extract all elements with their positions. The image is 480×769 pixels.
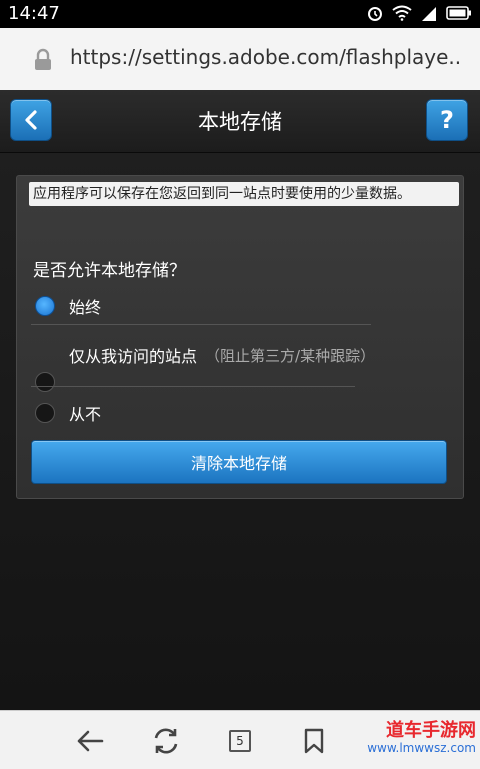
wifi-icon [392, 5, 412, 21]
option-never[interactable]: 从不 [35, 401, 101, 425]
bookmark-icon [304, 728, 324, 754]
option-always[interactable]: 始终 [35, 294, 101, 318]
url-bar[interactable]: https://settings.adobe.com/flashplaye.. [0, 28, 480, 91]
option-label: 仅从我访问的站点 [69, 347, 198, 366]
storage-panel: 应用程序可以保存在您返回到同一站点时要使用的少量数据。 是否允许本地存储？ 始终… [16, 175, 464, 499]
option-label: 始终 [69, 298, 102, 317]
status-time: 14:47 [8, 3, 60, 24]
radio-visited-sites[interactable] [35, 372, 55, 392]
option-visited-sites[interactable]: 仅从我访问的站点 （阻止第三方/某种跟踪） [35, 328, 375, 392]
panel-description: 应用程序可以保存在您返回到同一站点时要使用的少量数据。 [29, 182, 459, 206]
divider [31, 324, 371, 325]
page-title: 本地存储 [198, 110, 282, 134]
radio-always[interactable] [35, 296, 55, 316]
page-header: 本地存储 ? [0, 90, 480, 153]
status-icons [366, 4, 472, 22]
radio-never[interactable] [35, 403, 55, 423]
nav-back-button[interactable] [72, 725, 108, 757]
browser-nav-bar: 5 道车手游网 www.lmwwsz.com [0, 710, 480, 769]
clear-storage-button[interactable]: 清除本地存储 [31, 440, 447, 484]
option-label: 从不 [69, 405, 102, 424]
nav-tabs-button[interactable]: 5 [222, 725, 258, 757]
url-text[interactable]: https://settings.adobe.com/flashplaye.. [70, 45, 462, 69]
help-button[interactable]: ? [426, 99, 468, 141]
help-icon: ? [440, 106, 454, 134]
nav-refresh-button[interactable] [148, 725, 184, 757]
storage-question: 是否允许本地存储？ [33, 261, 186, 281]
status-bar: 14:47 [0, 0, 480, 28]
watermark: 道车手游网 www.lmwwsz.com [367, 720, 476, 756]
option-text: 仅从我访问的站点 （阻止第三方/某种跟踪） [69, 343, 375, 367]
content-area: 应用程序可以保存在您返回到同一站点时要使用的少量数据。 是否允许本地存储？ 始终… [0, 153, 480, 710]
battery-icon [446, 6, 471, 20]
divider [31, 386, 355, 387]
alarm-icon [368, 7, 382, 21]
watermark-title: 道车手游网 [386, 720, 476, 741]
signal-icon [422, 7, 436, 21]
watermark-url: www.lmwwsz.com [367, 741, 476, 755]
nav-bookmark-button[interactable] [296, 725, 332, 757]
lock-icon [35, 48, 51, 70]
arrow-left-icon [77, 730, 104, 752]
option-note: （阻止第三方/某种跟踪） [205, 346, 376, 365]
refresh-icon [154, 728, 178, 754]
tab-count: 5 [229, 730, 251, 752]
